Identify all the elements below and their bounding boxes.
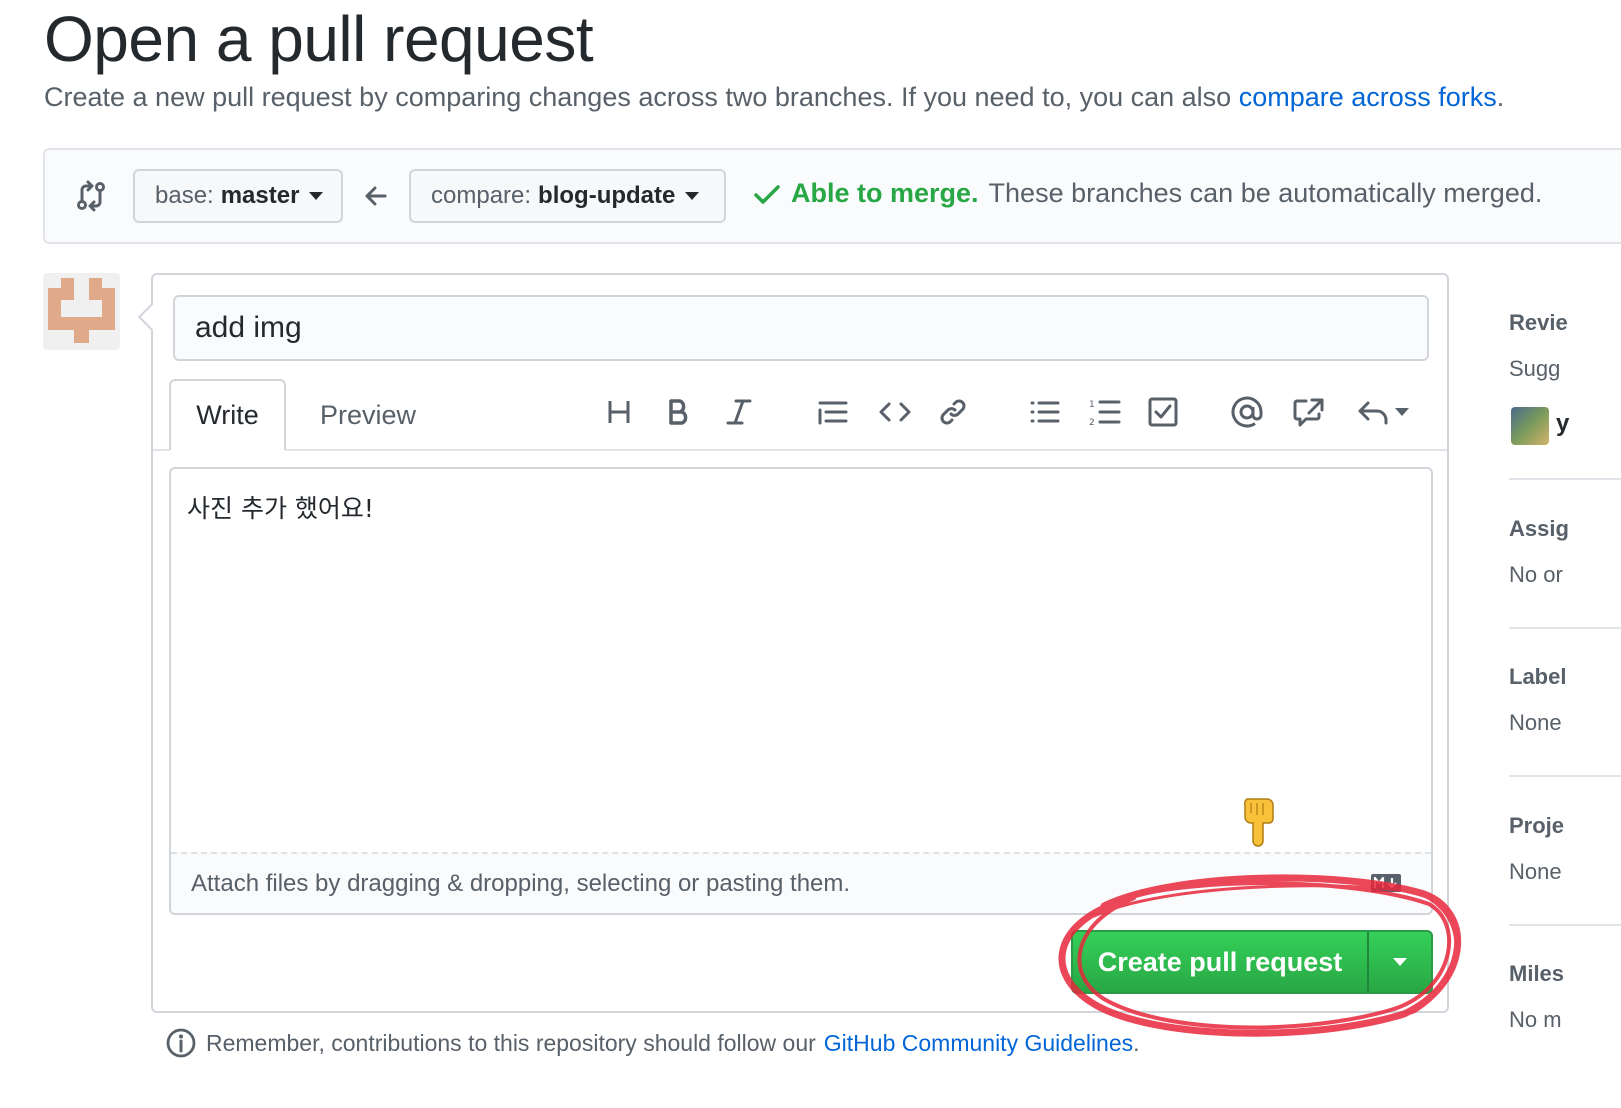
svg-text:2: 2 (1089, 418, 1095, 427)
merge-status: Able to merge. These branches can be aut… (753, 178, 1542, 209)
assignees-value: No or (1509, 562, 1563, 587)
sidebar-divider (1509, 924, 1621, 926)
tab-preview[interactable]: Preview (303, 379, 433, 451)
community-guidelines-reminder: Remember, contributions to this reposito… (165, 1027, 1140, 1059)
subtitle-end: . (1496, 82, 1505, 112)
bulleted-list-icon[interactable] (1025, 392, 1065, 432)
labels-heading: Label (1509, 664, 1567, 689)
compare-branch-select[interactable]: compare: blog-update (409, 169, 726, 223)
compare-key: compare: (431, 182, 532, 209)
comment-body-text: 사진 추가 했어요! (187, 494, 374, 523)
mention-icon[interactable] (1227, 392, 1267, 432)
reminder-end: . (1133, 1029, 1140, 1056)
sidebar-divider (1509, 775, 1621, 777)
sidebar-divider (1509, 478, 1621, 480)
cross-reference-icon[interactable] (1289, 392, 1329, 432)
milestone-heading: Miles (1509, 961, 1565, 986)
range-editor: base: master compare: blog-update Able t… (43, 148, 1621, 244)
check-icon (754, 184, 780, 204)
comment-body-editor[interactable]: 사진 추가 했어요! Attach files by dragging & dr… (169, 467, 1433, 915)
sidebar-milestone[interactable]: Miles No m (1509, 961, 1621, 1033)
page-title: Open a pull request (44, 3, 594, 75)
projects-heading: Proje (1509, 813, 1565, 838)
page-subtitle: Create a new pull request by comparing c… (44, 82, 1504, 113)
bold-icon[interactable] (661, 392, 697, 432)
assignees-heading: Assig (1509, 516, 1569, 541)
svg-text:1: 1 (1089, 400, 1095, 410)
git-compare-icon (77, 180, 105, 212)
reviewer-avatar[interactable] (1511, 407, 1549, 445)
code-icon[interactable] (875, 392, 915, 432)
base-key: base: (155, 182, 214, 209)
caret-down-icon (685, 192, 700, 200)
reply-icon[interactable] (1351, 392, 1415, 432)
caret-down-icon (309, 192, 324, 200)
form-notch (137, 302, 167, 332)
pointing-hand-icon (1244, 798, 1274, 847)
compare-across-forks-link[interactable]: compare across forks (1239, 82, 1497, 112)
italic-icon[interactable] (721, 392, 757, 432)
compare-value: blog-update (538, 182, 676, 209)
reviewers-heading: Revie (1509, 310, 1568, 335)
sidebar-projects[interactable]: Proje None (1509, 813, 1621, 885)
reviewers-value: Sugg (1509, 356, 1561, 381)
sidebar-divider (1509, 627, 1621, 629)
base-branch-select[interactable]: base: master (133, 169, 343, 223)
sidebar-reviewers[interactable]: Revie Sugg (1509, 310, 1621, 382)
arrow-left-icon (365, 186, 387, 206)
sidebar-labels[interactable]: Label None (1509, 664, 1621, 736)
community-guidelines-link[interactable]: GitHub Community Guidelines (824, 1030, 1133, 1057)
red-annotation-circle (1058, 874, 1462, 1037)
projects-value: None (1509, 859, 1562, 884)
merge-ok-text: Able to merge. (791, 178, 979, 208)
pr-title-input[interactable] (173, 295, 1429, 361)
reviewer-name[interactable]: y (1556, 410, 1569, 438)
avatar[interactable] (43, 273, 120, 350)
quote-icon[interactable] (813, 392, 853, 432)
sidebar-assignees[interactable]: Assig No or (1509, 516, 1621, 588)
milestone-value: No m (1509, 1007, 1562, 1032)
numbered-list-icon[interactable]: 12 (1085, 392, 1125, 432)
tab-write[interactable]: Write (169, 379, 286, 451)
identicon-icon (43, 273, 120, 350)
subtitle-text: Create a new pull request by comparing c… (44, 82, 1232, 112)
heading-icon[interactable] (601, 392, 637, 432)
info-icon (166, 1028, 196, 1058)
reminder-text: Remember, contributions to this reposito… (206, 1029, 816, 1056)
attach-hint: Attach files by dragging & dropping, sel… (191, 870, 851, 897)
task-list-icon[interactable] (1143, 392, 1183, 432)
base-value: master (220, 182, 300, 209)
merge-message: These branches can be automatically merg… (988, 178, 1543, 208)
link-icon[interactable] (933, 392, 973, 432)
labels-value: None (1509, 710, 1562, 735)
caret-down-icon (1395, 408, 1409, 416)
